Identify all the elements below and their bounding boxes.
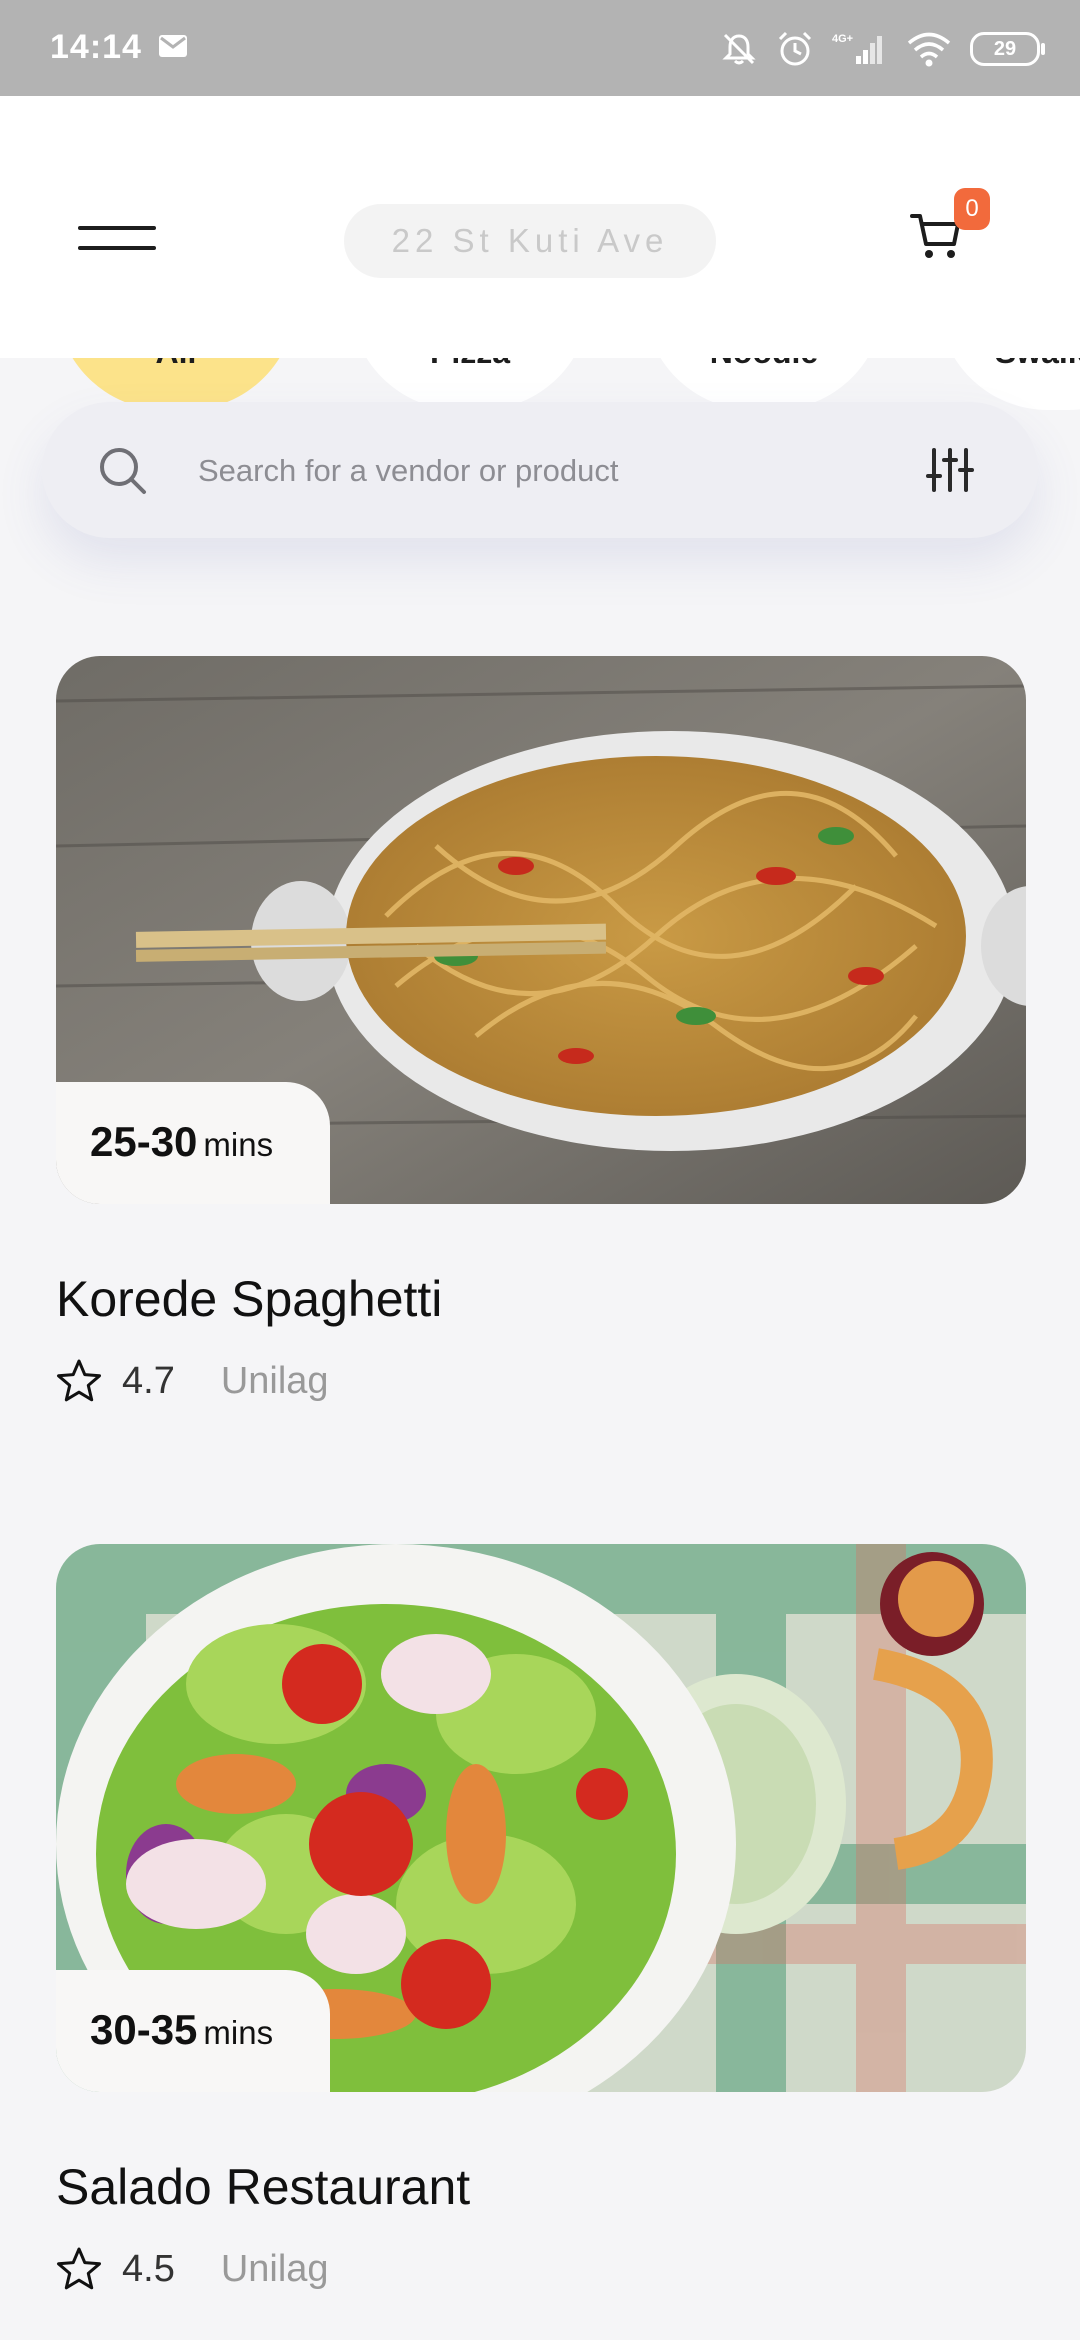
vendor-image-salad[interactable]: 30-35 mins — [56, 1544, 1026, 2092]
filter-sliders-icon[interactable] — [926, 446, 974, 494]
gmail-icon — [159, 35, 187, 57]
eta-value: 30-35 — [90, 2006, 198, 2053]
menu-bar-bottom — [78, 246, 156, 250]
eta-badge: 25-30 mins — [56, 1082, 330, 1204]
battery-indicator: 29 — [970, 32, 1045, 66]
vendor-image-noodles[interactable]: 25-30 mins — [56, 656, 1026, 1204]
search-input[interactable] — [196, 442, 840, 500]
menu-button[interactable] — [78, 226, 156, 258]
svg-text:4G+: 4G+ — [832, 33, 853, 45]
vendor-name: Korede Spaghetti — [56, 1271, 443, 1327]
cart-count-badge: 0 — [954, 188, 990, 230]
alarm-icon — [778, 31, 812, 66]
app-header: 22 St Kuti Ave 0 — [0, 96, 1080, 358]
vendor-location: Unilag — [220, 1359, 329, 1402]
vendor-meta: 4.7 Unilag — [56, 1356, 329, 1406]
search-bar — [42, 402, 1038, 538]
vendor-rating: 4.5 — [122, 2247, 175, 2290]
wifi-icon — [907, 32, 951, 67]
search-icon — [100, 448, 146, 494]
star-icon — [57, 1359, 101, 1402]
menu-bar-top — [78, 226, 156, 230]
eta-value: 25-30 — [90, 1118, 198, 1165]
eta-unit: mins — [203, 2014, 274, 2051]
notifications-off-icon — [722, 33, 756, 65]
vendor-rating: 4.7 — [122, 1359, 175, 1402]
status-bar: 14:14 4G+ 29 — [0, 0, 1080, 96]
star-icon — [57, 2247, 101, 2290]
eta-unit: mins — [203, 1126, 274, 1163]
eta-badge: 30-35 mins — [56, 1970, 330, 2092]
status-time: 14:14 — [50, 28, 142, 66]
cell-signal-icon: 4G+ — [832, 33, 882, 64]
delivery-address[interactable]: 22 St Kuti Ave — [344, 204, 716, 278]
vendor-location: Unilag — [220, 2247, 329, 2290]
vendor-meta: 4.5 Unilag — [56, 2244, 329, 2294]
vendor-name: Salado Restaurant — [56, 2159, 471, 2215]
